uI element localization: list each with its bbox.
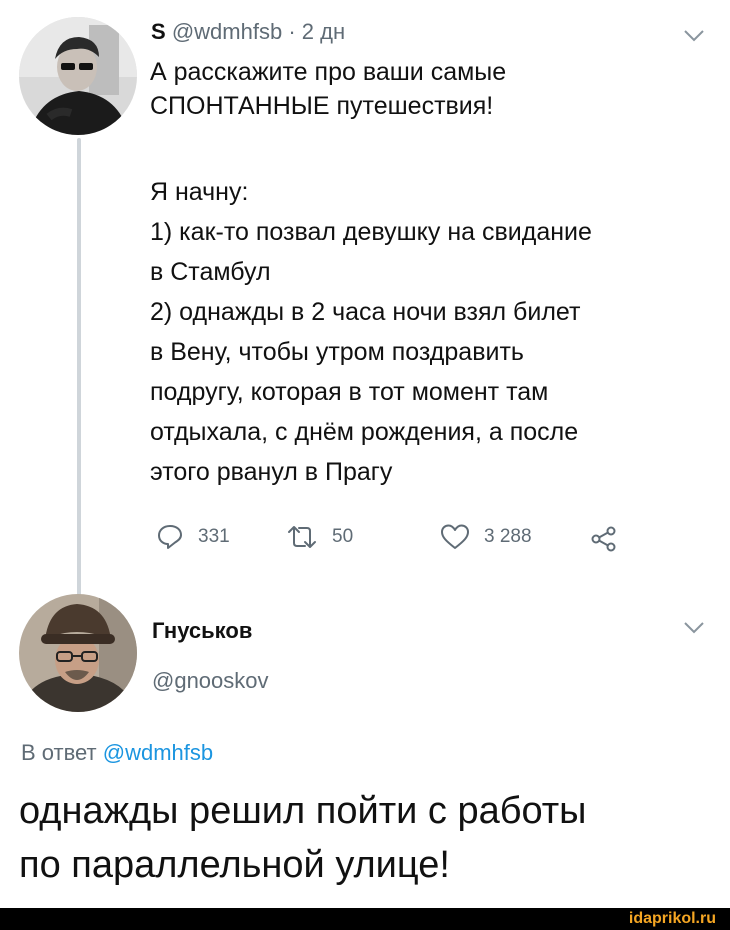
author-name[interactable]: S [151,19,166,44]
tweet-list: Я начну: 1) как-то позвал девушку на сви… [150,172,710,492]
author-avatar[interactable] [19,17,137,135]
retweet-count: 50 [332,526,354,547]
avatar-photo-icon [19,17,137,135]
tweet-text-line: СПОНТАННЫЕ путешествия! [150,92,494,120]
retweet-icon [288,526,316,548]
author-handle[interactable]: @wdmhfsb [172,19,282,44]
in-reply-mention-link[interactable]: @wdmhfsb [103,740,213,765]
tweet-text-line: Я начну: [150,178,249,206]
share-button[interactable] [590,522,618,556]
reply-text-line: однажды решил пойти с работы [19,790,587,832]
avatar-photo-icon [19,594,137,712]
tweet-text-line: 2) однажды в 2 часа ночи взял билет [150,298,581,326]
reply-author-handle[interactable]: @gnooskov [152,668,269,694]
tweet-text-line: этого рванул в Прагу [150,458,393,486]
tweet-text-line: А расскажите про ваши самые [150,58,507,86]
like-count: 3 288 [484,526,532,547]
chevron-down-icon[interactable] [683,29,705,43]
reply-text: однажды решил пойти с работы по параллел… [19,784,719,892]
heart-icon [441,524,469,549]
chevron-down-icon[interactable] [683,621,705,635]
tweet-text: А расскажите про ваши самые СПОНТАННЫЕ п… [150,55,710,492]
like-button[interactable]: 3 288 [440,520,532,554]
reply-author-name[interactable]: Гнуськов [152,618,252,644]
tweet-text-line: в Стамбул [150,258,271,286]
tweet-header: S @wdmhfsb · 2 дн [151,19,345,45]
watermark: idaprikol.ru [628,910,716,927]
footer-bar: idaprikol.ru [0,908,730,930]
in-reply-prefix: В ответ [21,740,97,765]
retweet-button[interactable]: 50 [286,520,353,554]
in-reply-to: В ответ @wdmhfsb [21,740,213,766]
tweet-timestamp[interactable]: 2 дн [302,19,345,44]
thread-connector-line [77,138,81,598]
reply-icon [158,525,182,549]
tweet-text-line: 1) как-то позвал девушку на свидание [150,218,592,246]
reply-author-avatar[interactable] [19,594,137,712]
tweet-text-line: отдыхала, с днём рождения, а после [150,418,579,446]
reply-button[interactable]: 331 [156,520,230,554]
reply-count: 331 [198,526,230,547]
meta-separator: · [288,19,296,44]
share-icon [591,526,616,552]
reply-text-line: по параллельной улице! [19,844,450,886]
tweet-text-line: в Вену, чтобы утром поздравить [150,338,524,366]
tweet-actions: 331 50 3 288 [150,520,630,554]
tweet-text-line: подругу, которая в тот момент там [150,378,549,406]
